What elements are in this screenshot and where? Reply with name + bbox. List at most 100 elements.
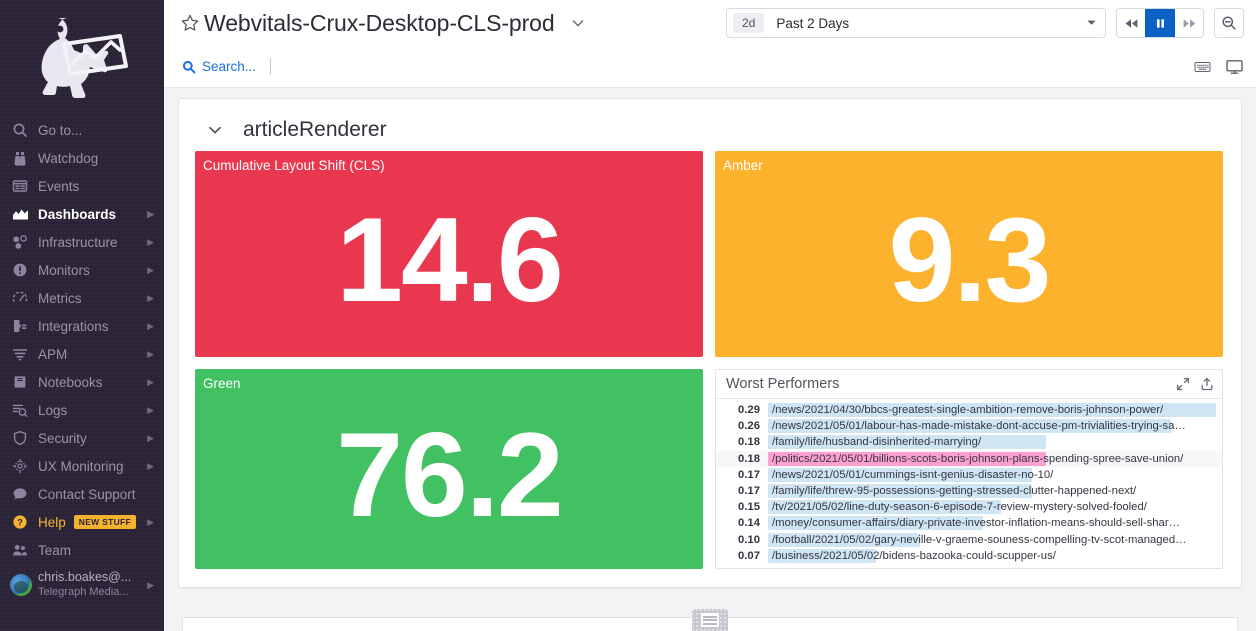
row-url[interactable]: /business/2021/05/02/bidens-bazooka-coul…: [772, 549, 1056, 563]
search-input[interactable]: Search...: [182, 58, 271, 75]
table-row[interactable]: 0.15/tv/2021/05/02/line-duty-season-6-ep…: [716, 499, 1222, 515]
chevron-down-icon[interactable]: [205, 120, 225, 140]
sidebar-item-label: Watchdog: [38, 151, 164, 166]
tile-title: Cumulative Layout Shift (CLS): [195, 151, 703, 174]
metrics-icon: [12, 290, 38, 306]
sidebar-item-contact-support[interactable]: Contact Support: [0, 480, 164, 508]
tile-title: Green: [195, 369, 703, 392]
sidebar-item-label: Metrics: [38, 291, 164, 306]
sidebar-item-label: Logs: [38, 403, 164, 418]
row-bar-container: /news/2021/05/01/cummings-isnt-genius-di…: [768, 468, 1216, 482]
sidebar-item-dashboards[interactable]: Dashboards ▶: [0, 200, 164, 228]
chevron-down-icon: [1086, 17, 1097, 30]
time-range-pill: 2d: [733, 13, 764, 33]
sidebar-item-go-to[interactable]: Go to...: [0, 116, 164, 144]
green-tile[interactable]: Green 76.2: [195, 369, 703, 569]
sidebar-item-label: APM: [38, 347, 164, 362]
cls-tile[interactable]: Cumulative Layout Shift (CLS) 14.6: [195, 151, 703, 357]
table-row[interactable]: 0.14/money/consumer-affairs/diary-privat…: [716, 515, 1222, 531]
table-row[interactable]: 0.17/family/life/threw-95-possessions-ge…: [716, 483, 1222, 499]
row-bar-container: /family/life/threw-95-possessions-gettin…: [768, 484, 1216, 498]
pause-button[interactable]: [1145, 9, 1175, 37]
expand-icon[interactable]: [1176, 377, 1190, 391]
worst-performers-widget[interactable]: Worst Performers 0.29/news/2021/04/30/bb…: [715, 369, 1223, 569]
sidebar-item-security[interactable]: Security ▶: [0, 424, 164, 452]
row-url[interactable]: /politics/2021/05/01/billions-scots-bori…: [772, 452, 1183, 466]
row-value: 0.17: [726, 485, 760, 497]
table-row[interactable]: 0.18/family/life/husband-disinherited-ma…: [716, 434, 1222, 450]
chevron-right-icon: ▶: [147, 209, 154, 220]
time-range-selector[interactable]: 2d Past 2 Days: [726, 8, 1106, 38]
row-value: 0.26: [726, 420, 760, 432]
sidebar-item-metrics[interactable]: Metrics ▶: [0, 284, 164, 312]
user-email: chris.boakes@...: [38, 570, 131, 586]
widget-drag-handle[interactable]: [692, 609, 728, 631]
chevron-right-icon: ▶: [147, 461, 154, 472]
apm-icon: [12, 346, 38, 362]
dashboard-group-card: articleRenderer Cumulative Layout Shift …: [178, 98, 1242, 588]
chevron-right-icon: ▶: [147, 349, 154, 360]
widget-title: Worst Performers: [726, 376, 1166, 392]
search-cursor-divider: [270, 58, 271, 75]
row-bar-container: /news/2021/05/01/labour-has-made-mistake…: [768, 419, 1216, 433]
sidebar-item-logs[interactable]: Logs ▶: [0, 396, 164, 424]
notebooks-icon: [12, 374, 38, 390]
row-url[interactable]: /news/2021/05/01/labour-has-made-mistake…: [772, 419, 1186, 433]
display-settings-icon[interactable]: [1225, 59, 1244, 75]
sidebar-item-help[interactable]: ? Help NEW STUFF ▶: [0, 508, 164, 536]
row-value: 0.17: [726, 469, 760, 481]
table-row[interactable]: 0.18/politics/2021/05/01/billions-scots-…: [716, 451, 1222, 467]
chevron-down-icon[interactable]: [569, 14, 587, 32]
row-bar-container: /money/consumer-affairs/diary-private-in…: [768, 516, 1216, 530]
row-bar-container: /family/life/husband-disinherited-marryi…: [768, 435, 1216, 449]
worst-performers-header: Worst Performers: [716, 370, 1222, 399]
sidebar-item-watchdog[interactable]: Watchdog: [0, 144, 164, 172]
zoom-out-button[interactable]: [1214, 8, 1244, 38]
keyboard-shortcuts-icon[interactable]: [1194, 60, 1211, 73]
step-back-button[interactable]: [1117, 9, 1145, 37]
chevron-right-icon: ▶: [147, 237, 154, 248]
tile-value: 9.3: [715, 164, 1223, 357]
sidebar-item-events[interactable]: Events: [0, 172, 164, 200]
step-forward-button[interactable]: [1175, 9, 1203, 37]
chat-bubble-icon: [12, 486, 38, 502]
monitors-icon: [12, 262, 38, 278]
row-url[interactable]: /family/life/husband-disinherited-marryi…: [772, 435, 981, 449]
export-icon[interactable]: [1200, 377, 1214, 391]
datadog-dog-logo[interactable]: [0, 0, 164, 112]
table-row[interactable]: 0.26/news/2021/05/01/labour-has-made-mis…: [716, 418, 1222, 434]
sidebar-item-monitors[interactable]: Monitors ▶: [0, 256, 164, 284]
amber-tile[interactable]: Amber 9.3: [715, 151, 1223, 357]
row-bar-container: /politics/2021/05/01/billions-scots-bori…: [768, 452, 1216, 466]
row-url[interactable]: /tv/2021/05/02/line-duty-season-6-episod…: [772, 500, 1147, 514]
table-row[interactable]: 0.10/football/2021/05/02/gary-neville-v-…: [716, 532, 1222, 548]
sidebar-user-account[interactable]: chris.boakes@... Telegraph Media... ▶: [0, 564, 164, 606]
table-row[interactable]: 0.29/news/2021/04/30/bbcs-greatest-singl…: [716, 402, 1222, 418]
sidebar-item-ux-monitoring[interactable]: UX Monitoring ▶: [0, 452, 164, 480]
row-url[interactable]: /football/2021/05/02/gary-neville-v-grae…: [772, 533, 1186, 547]
sidebar-item-integrations[interactable]: Integrations ▶: [0, 312, 164, 340]
sidebar-item-label: Infrastructure: [38, 235, 164, 250]
table-row[interactable]: 0.17/news/2021/05/01/cummings-isnt-geniu…: [716, 467, 1222, 483]
row-url[interactable]: /family/life/threw-95-possessions-gettin…: [772, 484, 1136, 498]
search-placeholder: Search...: [202, 59, 256, 74]
row-bar-container: /football/2021/05/02/gary-neville-v-grae…: [768, 533, 1216, 547]
table-row[interactable]: 0.07/business/2021/05/02/bidens-bazooka-…: [716, 548, 1222, 564]
tile-value: 76.2: [195, 382, 703, 569]
row-url[interactable]: /money/consumer-affairs/diary-private-in…: [772, 516, 1180, 530]
new-stuff-badge: NEW STUFF: [74, 515, 136, 529]
widget-grid: Cumulative Layout Shift (CLS) 14.6 Amber…: [191, 151, 1229, 573]
row-url[interactable]: /news/2021/05/01/cummings-isnt-genius-di…: [772, 468, 1053, 482]
star-icon[interactable]: [180, 13, 200, 33]
sidebar-item-infrastructure[interactable]: Infrastructure ▶: [0, 228, 164, 256]
group-header[interactable]: articleRenderer: [191, 109, 1229, 151]
sidebar-item-label: Dashboards: [38, 207, 164, 222]
sidebar-item-notebooks[interactable]: Notebooks ▶: [0, 368, 164, 396]
sidebar-item-team[interactable]: Team: [0, 536, 164, 564]
row-bar-container: /tv/2021/05/02/line-duty-season-6-episod…: [768, 500, 1216, 514]
row-url[interactable]: /news/2021/04/30/bbcs-greatest-single-am…: [772, 403, 1163, 417]
search-icon: [12, 122, 38, 138]
logs-icon: [12, 402, 38, 418]
sidebar-item-apm[interactable]: APM ▶: [0, 340, 164, 368]
group-title: articleRenderer: [243, 118, 387, 142]
